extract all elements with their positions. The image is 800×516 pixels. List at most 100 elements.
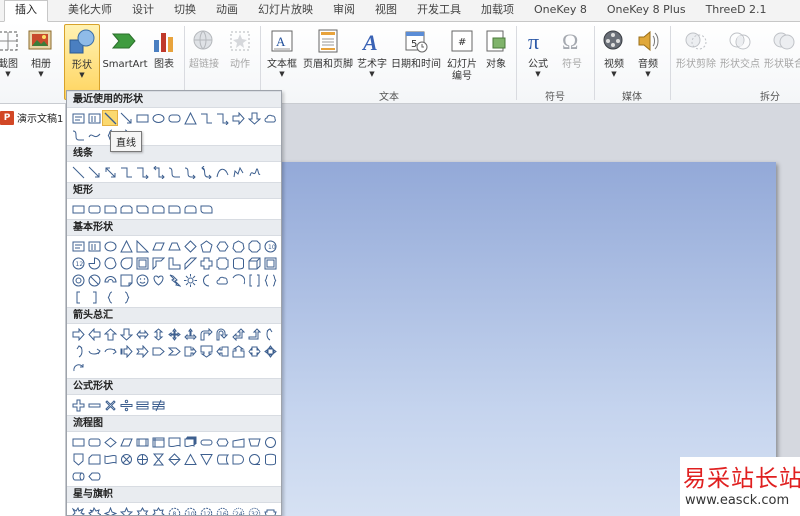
heart-shape-icon[interactable] xyxy=(150,272,166,288)
triangle-shape-icon[interactable] xyxy=(182,110,198,126)
star-4-point-shape-icon[interactable] xyxy=(102,505,118,515)
snip-round-rectangle-shape-icon[interactable] xyxy=(150,201,166,217)
star-16-point-shape-icon[interactable]: 16 xyxy=(214,505,230,515)
curved-right-arrow-shape-icon[interactable] xyxy=(262,326,278,342)
straight-line-shape-icon[interactable] xyxy=(102,110,118,126)
rectangle-shape-icon[interactable] xyxy=(70,201,86,217)
chevron-shape-icon[interactable] xyxy=(166,343,182,359)
diagonal-stripe-shape-icon[interactable] xyxy=(182,255,198,271)
l-shape-icon[interactable] xyxy=(166,255,182,271)
right-bracket-shape-icon[interactable] xyxy=(86,289,102,305)
flowchart-terminator-shape-icon[interactable] xyxy=(198,434,214,450)
curved-up-arrow-shape-icon[interactable] xyxy=(86,343,102,359)
star-5-point-shape-icon[interactable] xyxy=(118,505,134,515)
rectangle-shape-icon[interactable] xyxy=(134,110,150,126)
flowchart-direct-access-storage-shape-icon[interactable] xyxy=(70,468,86,484)
cloud-shape-icon[interactable] xyxy=(214,272,230,288)
elbow-double-arrow-shape-icon[interactable] xyxy=(150,164,166,180)
not-equal-sign-shape-icon[interactable] xyxy=(150,397,166,413)
tab-view[interactable]: 视图 xyxy=(365,1,407,21)
flowchart-sort-shape-icon[interactable] xyxy=(166,451,182,467)
star-32-point-shape-icon[interactable]: 32 xyxy=(246,505,262,515)
up-arrow-shape-icon[interactable] xyxy=(102,326,118,342)
pentagon-shape-icon[interactable] xyxy=(198,238,214,254)
left-up-arrow-shape-icon[interactable] xyxy=(230,326,246,342)
left-bracket-shape-icon[interactable] xyxy=(70,289,86,305)
equal-sign-shape-icon[interactable] xyxy=(134,397,150,413)
curved-connector-shape-icon[interactable] xyxy=(166,164,182,180)
curve-shape-icon[interactable] xyxy=(214,164,230,180)
multiply-sign-shape-icon[interactable] xyxy=(102,397,118,413)
freeform-shape-icon[interactable] xyxy=(230,164,246,180)
donut-shape-icon[interactable] xyxy=(70,272,86,288)
down-arrow-shape-icon[interactable] xyxy=(118,326,134,342)
screenshot-button[interactable]: 截图 ▼ xyxy=(0,24,22,100)
tab-developer[interactable]: 开发工具 xyxy=(407,1,471,21)
bent-up-arrow-shape-icon[interactable] xyxy=(246,326,262,342)
textbox-shape-icon[interactable] xyxy=(70,238,86,254)
flowchart-process-shape-icon[interactable] xyxy=(70,434,86,450)
snip-same-side-rectangle-shape-icon[interactable] xyxy=(118,201,134,217)
textbox-shape-icon[interactable] xyxy=(70,110,86,126)
left-arrow-callout-shape-icon[interactable] xyxy=(214,343,230,359)
flowchart-internal-storage-shape-icon[interactable] xyxy=(150,434,166,450)
shape-subtract-button[interactable]: 形状剪除 xyxy=(674,24,718,100)
decagon-shape-icon[interactable]: 10 xyxy=(262,238,278,254)
down-arrow-callout-shape-icon[interactable] xyxy=(198,343,214,359)
oval-shape-icon[interactable] xyxy=(150,110,166,126)
up-down-arrow-shape-icon[interactable] xyxy=(150,326,166,342)
explosion-1-shape-icon[interactable] xyxy=(70,505,86,515)
star-24-point-shape-icon[interactable]: 24 xyxy=(230,505,246,515)
tab-beautify-master[interactable]: 美化大师 xyxy=(58,1,122,21)
left-right-up-arrow-shape-icon[interactable] xyxy=(182,326,198,342)
line-shape-icon[interactable] xyxy=(70,164,86,180)
parallelogram-shape-icon[interactable] xyxy=(150,238,166,254)
right-arrow-shape-icon[interactable] xyxy=(230,110,246,126)
half-frame-shape-icon[interactable] xyxy=(150,255,166,271)
folded-corner-shape-icon[interactable] xyxy=(118,272,134,288)
circular-arrow-shape-icon[interactable] xyxy=(70,360,86,376)
dodecagon-shape-icon[interactable]: 12 xyxy=(70,255,86,271)
flowchart-display-shape-icon[interactable] xyxy=(86,468,102,484)
left-arrow-shape-icon[interactable] xyxy=(86,326,102,342)
flowchart-merge-shape-icon[interactable] xyxy=(198,451,214,467)
tab-review[interactable]: 审阅 xyxy=(323,1,365,21)
pie-shape-icon[interactable] xyxy=(86,255,102,271)
octagon-shape-icon[interactable] xyxy=(246,238,262,254)
freeform-shape-icon[interactable] xyxy=(86,127,102,143)
flowchart-document-shape-icon[interactable] xyxy=(166,434,182,450)
curved-connector-shape-icon[interactable] xyxy=(70,127,86,143)
vertical-textbox-shape-icon[interactable] xyxy=(86,238,102,254)
flowchart-preparation-shape-icon[interactable] xyxy=(214,434,230,450)
oval-shape-icon[interactable] xyxy=(102,238,118,254)
elbow-arrow-connector-shape-icon[interactable] xyxy=(214,110,230,126)
flowchart-punched-tape-shape-icon[interactable] xyxy=(102,451,118,467)
flowchart-alternate-process-shape-icon[interactable] xyxy=(86,434,102,450)
snip-diagonal-rectangle-shape-icon[interactable] xyxy=(134,201,150,217)
lightning-bolt-shape-icon[interactable] xyxy=(166,272,182,288)
left-brace-shape-icon[interactable] xyxy=(102,289,118,305)
scribble-shape-icon[interactable] xyxy=(246,164,262,180)
hyperlink-button[interactable]: 超链接 xyxy=(188,24,220,100)
tab-insert[interactable]: 插入 xyxy=(4,0,48,22)
tab-onekey8-plus[interactable]: OneKey 8 Plus xyxy=(597,1,696,21)
u-turn-arrow-shape-icon[interactable] xyxy=(214,326,230,342)
minus-sign-shape-icon[interactable] xyxy=(86,397,102,413)
flowchart-or-shape-icon[interactable] xyxy=(134,451,150,467)
flowchart-multidocument-shape-icon[interactable] xyxy=(182,434,198,450)
chart-button[interactable]: 图表 xyxy=(150,24,178,100)
quad-arrow-callout-shape-icon[interactable] xyxy=(262,343,278,359)
right-arrow-shape-icon[interactable] xyxy=(70,326,86,342)
star-8-point-shape-icon[interactable]: 8 xyxy=(166,505,182,515)
right-triangle-shape-icon[interactable] xyxy=(134,238,150,254)
cube-shape-icon[interactable] xyxy=(246,255,262,271)
tab-design[interactable]: 设计 xyxy=(122,1,164,21)
cloud-shape-icon[interactable] xyxy=(262,110,278,126)
document-tab[interactable]: P 演示文稿1 xyxy=(0,110,63,125)
teardrop-shape-icon[interactable] xyxy=(118,255,134,271)
flowchart-delay-shape-icon[interactable] xyxy=(230,451,246,467)
flowchart-predefined-process-shape-icon[interactable] xyxy=(134,434,150,450)
action-button[interactable]: 动作 xyxy=(224,24,256,100)
flowchart-collate-shape-icon[interactable] xyxy=(150,451,166,467)
double-arrow-line-shape-icon[interactable] xyxy=(102,164,118,180)
